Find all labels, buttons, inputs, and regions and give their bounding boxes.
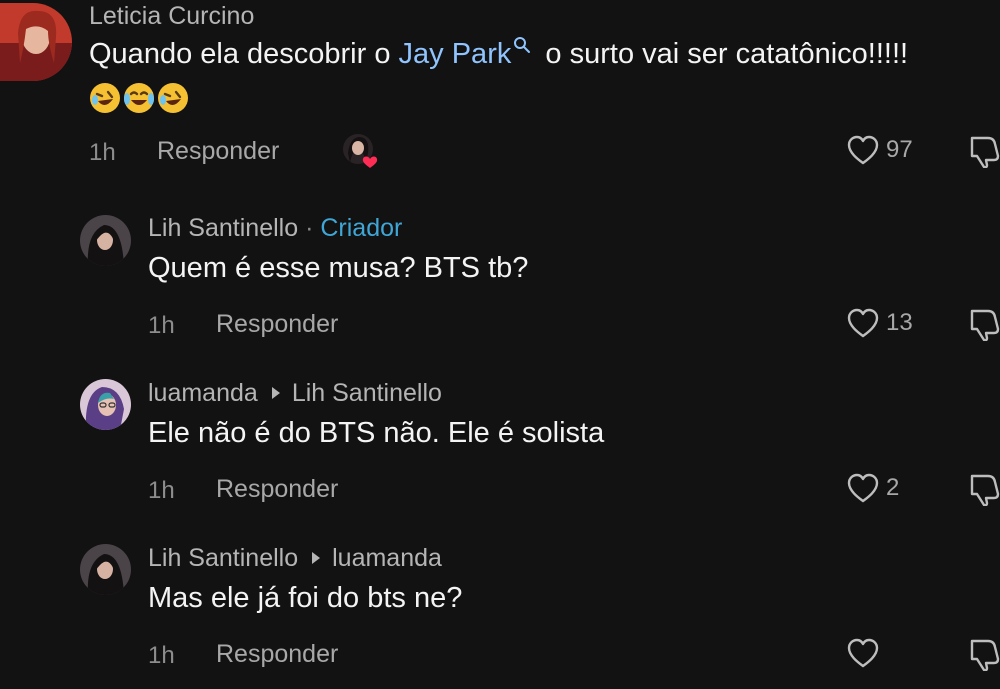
reply-button[interactable]: Responder [216,640,338,669]
comment-text: Quem é esse musa? BTS tb? [148,252,529,284]
dislike-button[interactable] [968,637,1000,676]
avatar-luamanda[interactable] [80,379,131,430]
creator-avatar-heart-icon [343,134,378,168]
avatar-lih-santinello[interactable] [80,544,131,595]
reply-button[interactable]: Responder [157,137,279,166]
like-button[interactable] [846,637,886,669]
mention-link[interactable]: Jay Park [399,38,512,70]
creator-badge: Criador [320,214,403,242]
heart-outline-icon [847,473,879,503]
avatar-leticia[interactable] [0,3,72,81]
comment-text-after: o surto vai ser catatônico!!!!! [537,38,909,70]
like-count: 13 [886,309,913,336]
reply-arrow-icon [312,552,321,565]
avatar-lih-santinello[interactable] [80,215,131,266]
comment-text: Quando ela descobrir o Jay Park o surto … [89,36,909,71]
creator-liked-indicator [342,133,384,174]
comment-author: Lih Santinello · Criador [148,214,402,243]
heart-outline-icon [847,135,879,165]
heart-outline-icon [847,308,879,338]
dislike-button[interactable] [968,307,1000,346]
rolling-on-floor-laughing-icon [89,82,120,113]
comment-time: 1h [148,312,175,339]
comment-author: luamanda Lih Santinello [148,379,442,408]
like-button[interactable]: 97 [846,134,913,166]
emoji-row [89,82,191,119]
comment-text: Ele não é do BTS não. Ele é solista [148,417,605,449]
dislike-button[interactable] [968,134,1000,173]
like-button[interactable]: 2 [846,472,899,504]
like-count: 97 [886,136,913,163]
thumbs-down-outline-icon [970,639,1000,672]
heart-outline-icon [847,638,879,668]
reply-to-name[interactable]: Lih Santinello [292,379,442,407]
comment-author: Lih Santinello luamanda [148,544,442,573]
reply-to-name[interactable]: luamanda [332,544,442,572]
comment-text: Mas ele já foi do bts ne? [148,582,463,614]
thumbs-down-outline-icon [970,309,1000,342]
comment-time: 1h [148,642,175,669]
author-name[interactable]: luamanda [148,379,258,407]
dislike-button[interactable] [968,472,1000,511]
reply-button[interactable]: Responder [216,475,338,504]
author-name[interactable]: Lih Santinello [148,544,298,572]
comment-text-before: Quando ela descobrir o [89,38,399,70]
comment-time: 1h [89,139,116,166]
like-button[interactable]: 13 [846,307,913,339]
author-separator: · [305,214,314,242]
rolling-on-floor-laughing-icon [157,82,188,113]
like-count: 2 [886,474,900,501]
thumbs-down-outline-icon [970,136,1000,169]
search-icon[interactable] [513,36,531,54]
author-name[interactable]: Lih Santinello [148,214,298,242]
reply-arrow-icon [271,387,280,400]
reply-button[interactable]: Responder [216,310,338,339]
tears-of-joy-icon [123,82,154,113]
comment-author[interactable]: Leticia Curcino [89,2,254,31]
thumbs-down-outline-icon [970,474,1000,507]
comment-time: 1h [148,477,175,504]
